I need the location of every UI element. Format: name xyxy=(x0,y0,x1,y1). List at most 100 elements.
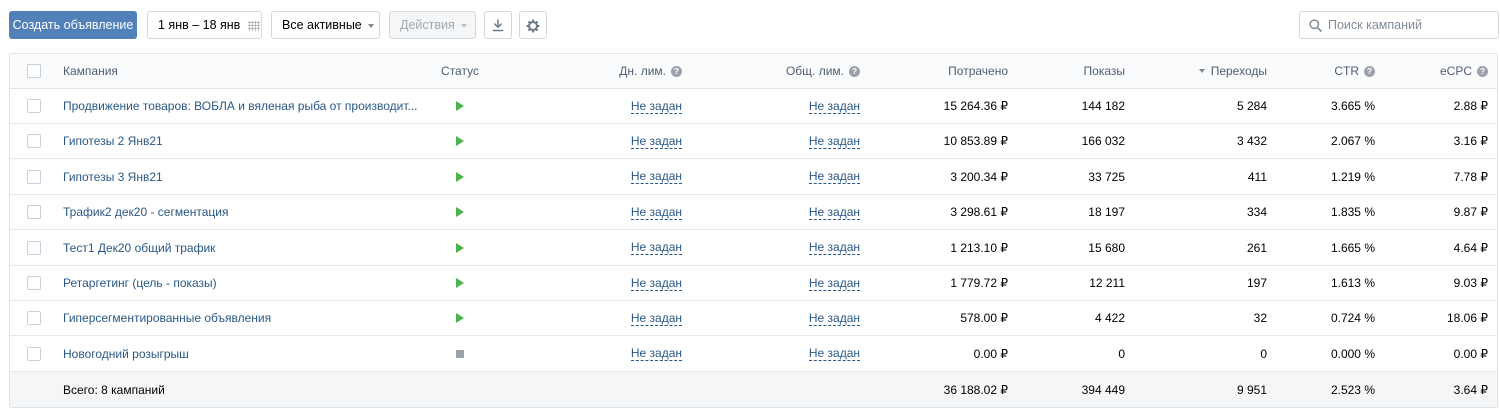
status-filter-dropdown[interactable]: Все активные xyxy=(271,11,380,39)
campaign-name-link[interactable]: Ретаргетинг (цель - показы) xyxy=(63,276,217,290)
ctr-value: 1.613 % xyxy=(1330,276,1375,290)
campaign-name-link[interactable]: Продвижение товаров: ВОБЛА и вяленая рыб… xyxy=(63,99,418,113)
play-icon xyxy=(456,171,464,182)
col-ecpc[interactable]: eCPC? xyxy=(1400,54,1488,88)
select-all-checkbox[interactable] xyxy=(27,64,41,78)
campaign-status[interactable] xyxy=(430,337,490,371)
day-limit-link[interactable]: Не задан xyxy=(630,205,682,220)
campaign-name-link[interactable]: Гиперсегментированные объявления xyxy=(63,311,271,325)
spent-value: 3 200.34 ₽ xyxy=(950,169,1008,184)
ecpc-value: 0.00 ₽ xyxy=(1453,346,1488,361)
stop-icon xyxy=(456,349,464,358)
col-ctr[interactable]: CTR? xyxy=(1300,54,1375,88)
campaign-status[interactable] xyxy=(430,89,490,123)
help-icon[interactable]: ? xyxy=(671,65,682,77)
row-checkbox[interactable] xyxy=(27,134,41,149)
col-status[interactable]: Статус xyxy=(430,54,490,88)
help-icon[interactable]: ? xyxy=(1477,65,1488,77)
col-campaign[interactable]: Кампания xyxy=(63,54,413,88)
table-row: Новогодний розыгрыш Не задан Не задан 0.00 … xyxy=(10,337,1497,372)
actions-dropdown[interactable]: Действия xyxy=(389,11,476,39)
spent-value: 10 853.89 ₽ xyxy=(943,134,1008,149)
total-limit-link[interactable]: Не задан xyxy=(808,276,860,291)
campaign-name-link[interactable]: Трафик2 дек20 - сегментация xyxy=(63,205,229,219)
col-clicks-label: Переходы xyxy=(1210,64,1267,78)
spent-value: 578.00 ₽ xyxy=(960,311,1008,326)
gear-icon xyxy=(526,19,540,33)
col-total-limit[interactable]: Общ. лим.? xyxy=(750,54,860,88)
campaign-status[interactable] xyxy=(430,160,490,194)
clicks-value: 0 xyxy=(1260,346,1267,361)
table-row: Тест1 Дек20 общий трафик Не задан Не задан… xyxy=(10,231,1497,266)
day-limit-link[interactable]: Не задан xyxy=(630,346,682,362)
shows-value: 166 032 xyxy=(1081,134,1125,149)
campaign-status[interactable] xyxy=(430,195,490,229)
date-range-picker[interactable]: 1 янв – 18 янв xyxy=(147,11,262,39)
play-icon xyxy=(456,242,464,253)
col-shows[interactable]: Показы xyxy=(1030,54,1125,88)
help-icon[interactable]: ? xyxy=(849,65,860,77)
col-clicks[interactable]: Переходы xyxy=(1160,54,1267,88)
col-day-limit-label: Дн. лим. xyxy=(619,64,666,78)
search-input[interactable] xyxy=(1328,12,1493,38)
total-limit-link[interactable]: Не задан xyxy=(808,99,860,114)
campaign-name-link[interactable]: Гипотезы 3 Янв21 xyxy=(63,170,163,184)
day-limit-link[interactable]: Не задан xyxy=(630,169,682,185)
settings-button[interactable] xyxy=(519,11,547,39)
create-ad-button[interactable]: Создать объявление xyxy=(9,11,137,39)
table-row: Ретаргетинг (цель - показы) Не задан Не за… xyxy=(10,266,1497,301)
shows-value: 15 680 xyxy=(1088,240,1125,255)
campaign-name-link[interactable]: Новогодний розыгрыш xyxy=(63,347,189,361)
table-row: Гиперсегментированные объявления Не задан… xyxy=(10,301,1497,337)
play-icon xyxy=(456,101,464,111)
row-checkbox[interactable] xyxy=(27,169,41,184)
totals-spent: 36 188.02 ₽ xyxy=(943,382,1008,397)
row-checkbox[interactable] xyxy=(27,240,41,255)
campaign-search[interactable] xyxy=(1299,11,1499,39)
row-checkbox[interactable] xyxy=(27,205,41,220)
ctr-value: 3.665 % xyxy=(1330,99,1375,113)
day-limit-link[interactable]: Не задан xyxy=(630,99,682,114)
row-checkbox[interactable] xyxy=(27,311,41,326)
total-limit-link[interactable]: Не задан xyxy=(808,205,860,220)
campaign-status[interactable] xyxy=(430,124,490,158)
total-limit-link[interactable]: Не задан xyxy=(808,240,860,256)
spent-value: 1 779.72 ₽ xyxy=(950,276,1008,290)
table-row: Гипотезы 3 Янв21 Не задан Не задан 3 200.34… xyxy=(10,160,1497,195)
play-icon xyxy=(456,313,464,324)
day-limit-link[interactable]: Не задан xyxy=(630,240,682,256)
spent-value: 0.00 ₽ xyxy=(973,346,1008,361)
actions-label: Действия xyxy=(400,18,455,32)
campaign-status[interactable] xyxy=(430,231,490,265)
clicks-value: 5 284 xyxy=(1236,99,1267,113)
ctr-value: 1.665 % xyxy=(1330,240,1375,255)
total-limit-link[interactable]: Не задан xyxy=(808,311,860,326)
col-day-limit[interactable]: Дн. лим.? xyxy=(570,54,682,88)
day-limit-link[interactable]: Не задан xyxy=(630,311,682,326)
sort-desc-icon xyxy=(1198,69,1205,73)
total-limit-link[interactable]: Не задан xyxy=(808,169,860,185)
day-limit-link[interactable]: Не задан xyxy=(630,276,682,291)
chevron-down-icon xyxy=(367,23,374,28)
ctr-value: 1.835 % xyxy=(1330,205,1375,220)
help-icon[interactable]: ? xyxy=(1364,65,1375,77)
row-checkbox[interactable] xyxy=(27,99,41,113)
day-limit-link[interactable]: Не задан xyxy=(630,134,682,149)
row-checkbox[interactable] xyxy=(27,346,41,361)
row-checkbox[interactable] xyxy=(27,276,41,290)
total-limit-link[interactable]: Не задан xyxy=(808,134,860,149)
totals-ctr: 2.523 % xyxy=(1330,382,1375,397)
download-button[interactable] xyxy=(484,11,512,39)
campaign-status[interactable] xyxy=(430,301,490,335)
ecpc-value: 9.87 ₽ xyxy=(1453,205,1488,220)
status-filter-label: Все активные xyxy=(282,18,362,32)
campaign-name-link[interactable]: Гипотезы 2 Янв21 xyxy=(63,134,163,148)
shows-value: 33 725 xyxy=(1088,169,1125,184)
toolbar: Создать объявление 1 янв – 18 янв Все ак… xyxy=(9,10,1500,40)
table-row: Продвижение товаров: ВОБЛА и вяленая рыб… xyxy=(10,89,1497,124)
total-limit-link[interactable]: Не задан xyxy=(808,346,860,362)
campaign-status[interactable] xyxy=(430,266,490,300)
col-ctr-label: CTR xyxy=(1334,64,1359,78)
col-spent[interactable]: Потрачено xyxy=(890,54,1008,88)
campaign-name-link[interactable]: Тест1 Дек20 общий трафик xyxy=(63,241,215,255)
